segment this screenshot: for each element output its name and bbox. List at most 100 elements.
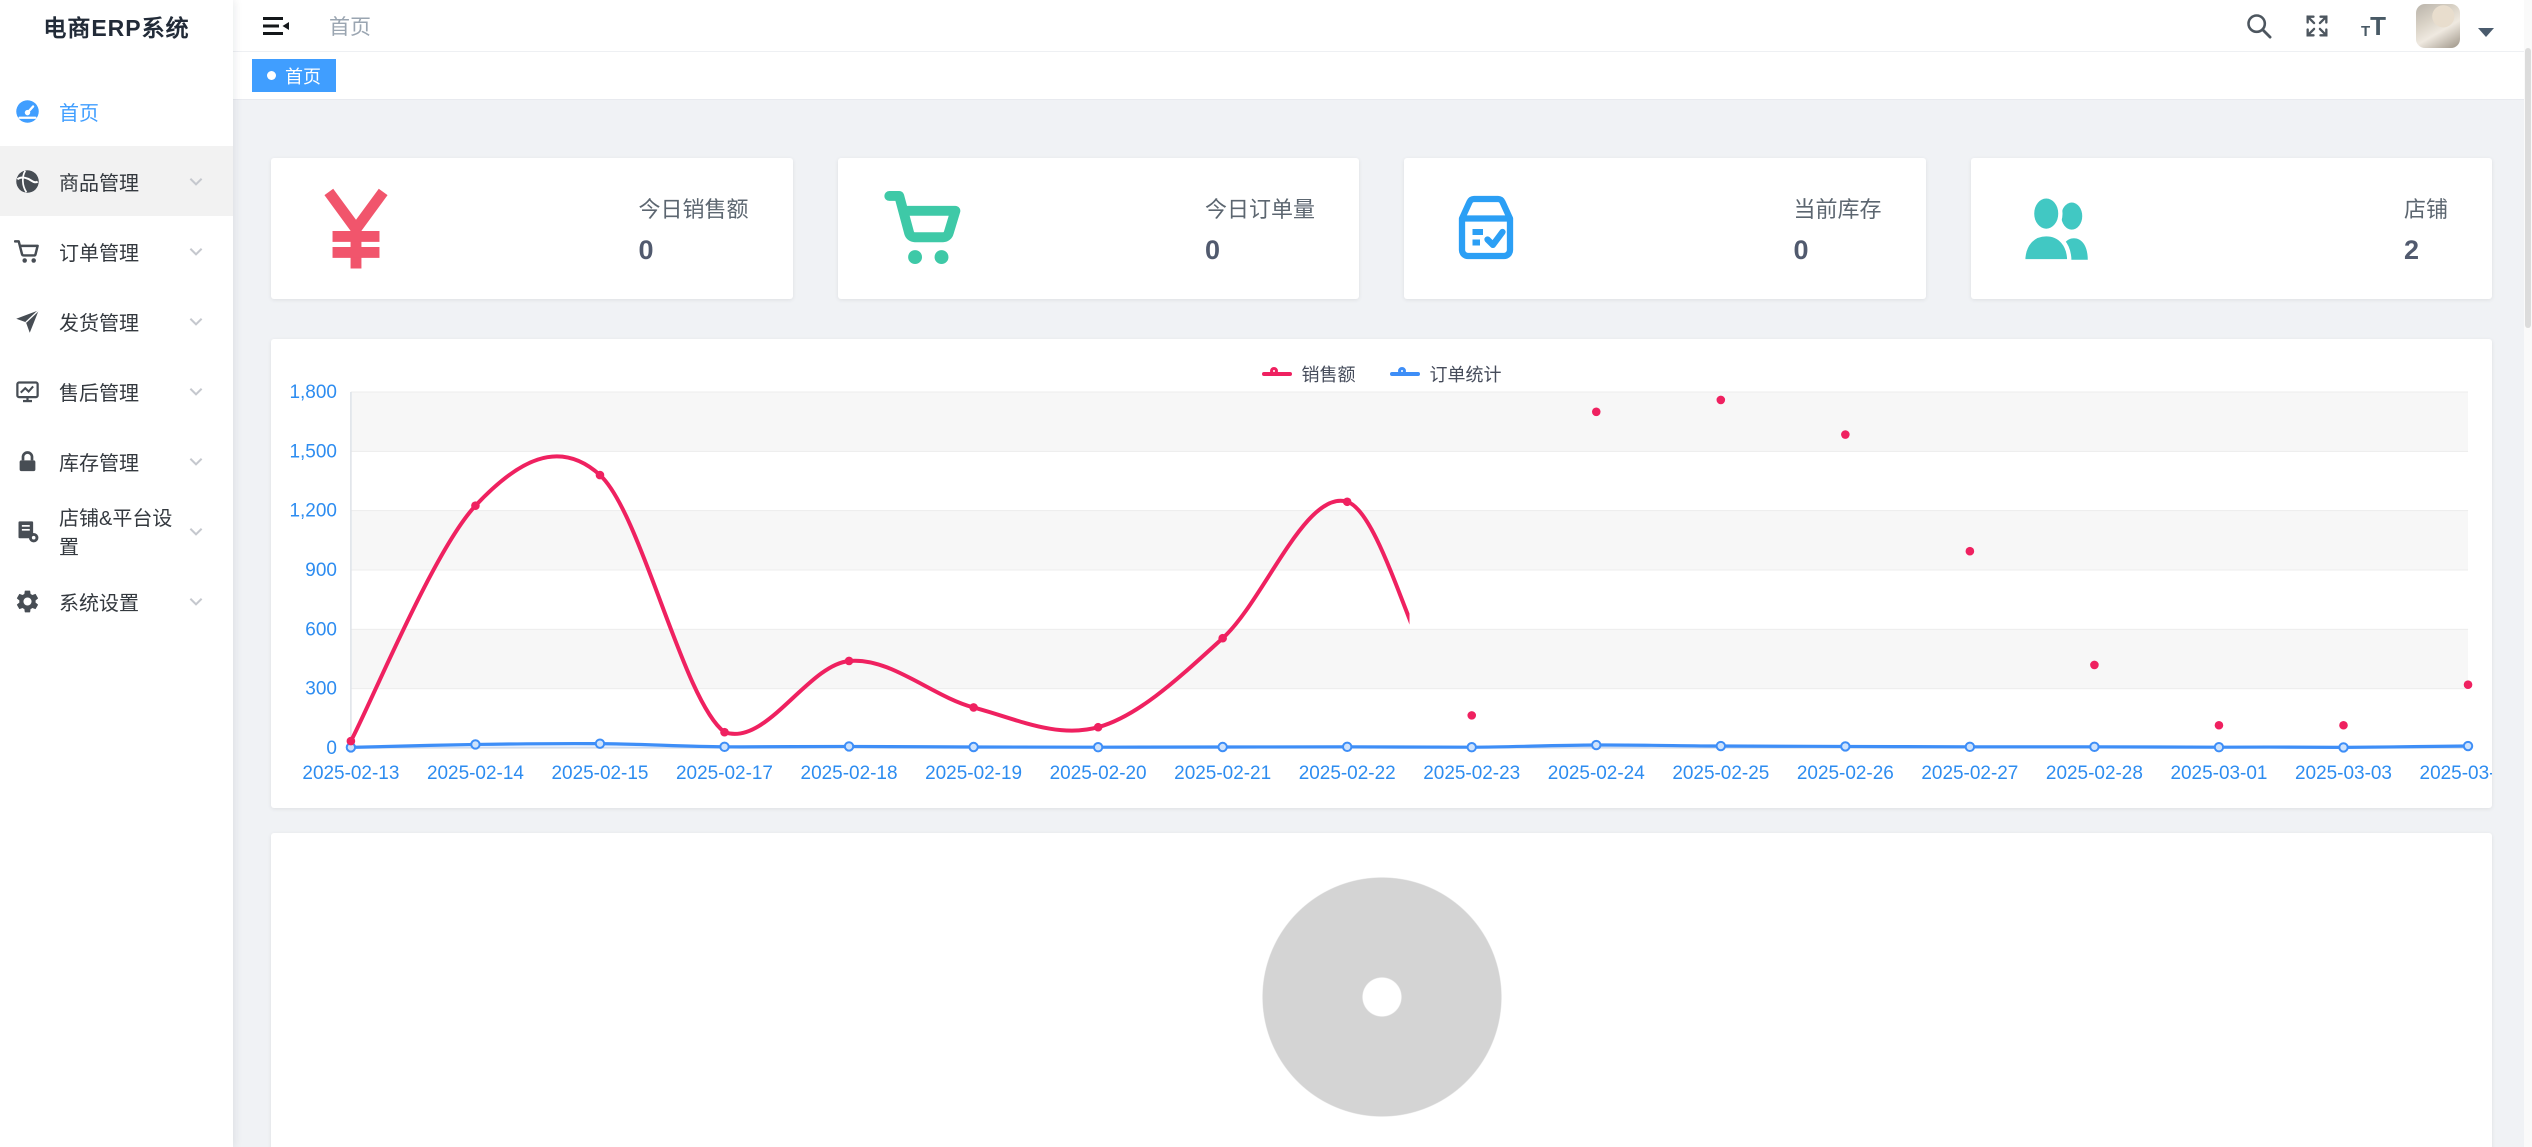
search-icon[interactable] bbox=[2245, 12, 2273, 40]
stat-card-shops: 店铺 2 bbox=[1971, 158, 2493, 299]
donut-placeholder-chart bbox=[1262, 877, 1502, 1117]
font-size-icon[interactable]: TT bbox=[2361, 13, 2386, 39]
sidebar-item-system-settings[interactable]: 系统设置 bbox=[0, 566, 233, 636]
cart-icon bbox=[884, 191, 964, 267]
chevron-down-icon bbox=[187, 382, 205, 400]
yen-icon bbox=[317, 187, 395, 271]
sidebar-item-label: 首页 bbox=[59, 97, 219, 126]
svg-text:2025-02-23: 2025-02-23 bbox=[1423, 763, 1520, 784]
legend-item-sales[interactable]: 销售额 bbox=[1262, 361, 1356, 387]
avatar[interactable] bbox=[2416, 4, 2460, 48]
tab-label: 首页 bbox=[285, 63, 321, 89]
main-content: 今日销售额 0 今日订单量 0 bbox=[233, 100, 2532, 1147]
dashboard-icon bbox=[14, 98, 41, 125]
svg-text:2025-02-15: 2025-02-15 bbox=[551, 763, 648, 784]
tab-home[interactable]: 首页 bbox=[252, 59, 336, 92]
svg-text:2025-02-18: 2025-02-18 bbox=[801, 763, 898, 784]
gear-icon bbox=[14, 588, 41, 615]
sales-orders-chart-card: 销售额 订单统计 03006009001,2001,5001,8002025-0… bbox=[271, 339, 2492, 808]
svg-text:2025-02-26: 2025-02-26 bbox=[1797, 763, 1894, 784]
sidebar-item-orders[interactable]: 订单管理 bbox=[0, 216, 233, 286]
breadcrumb[interactable]: 首页 bbox=[329, 11, 371, 41]
users-icon bbox=[2017, 191, 2097, 267]
legend-label: 销售额 bbox=[1302, 361, 1356, 387]
sidebar-item-products[interactable]: 商品管理 bbox=[0, 146, 233, 216]
svg-text:600: 600 bbox=[305, 619, 337, 640]
caret-down-icon[interactable] bbox=[2478, 28, 2494, 37]
app-title: 电商ERP系统 bbox=[0, 0, 233, 52]
svg-text:2025-02-27: 2025-02-27 bbox=[1921, 763, 2018, 784]
legend-label: 订单统计 bbox=[1430, 361, 1502, 387]
stat-label: 店铺 bbox=[2404, 192, 2448, 224]
lock-icon bbox=[14, 448, 41, 475]
svg-text:2025-02-13: 2025-02-13 bbox=[302, 763, 399, 784]
sidebar: 电商ERP系统 首页 商品管理 bbox=[0, 0, 233, 1147]
svg-text:2025-03-04: 2025-03-04 bbox=[2420, 763, 2492, 784]
legend-orders-marker-icon bbox=[1390, 367, 1420, 381]
svg-text:1,200: 1,200 bbox=[289, 501, 336, 522]
stat-value: 0 bbox=[1205, 235, 1220, 266]
chevron-down-icon bbox=[187, 452, 205, 470]
tab-bar: 首页 bbox=[233, 52, 2532, 100]
sidebar-item-aftersales[interactable]: 售后管理 bbox=[0, 356, 233, 426]
chevron-down-icon bbox=[187, 242, 205, 260]
svg-text:2025-02-17: 2025-02-17 bbox=[676, 763, 773, 784]
stat-card-today-orders: 今日订单量 0 bbox=[838, 158, 1360, 299]
tab-active-dot bbox=[267, 71, 276, 80]
page-scrollbar bbox=[2524, 0, 2532, 1147]
svg-text:2025-02-20: 2025-02-20 bbox=[1050, 763, 1147, 784]
svg-text:2025-03-03: 2025-03-03 bbox=[2295, 763, 2392, 784]
stat-card-today-sales: 今日销售额 0 bbox=[271, 158, 793, 299]
stat-cards-row: 今日销售额 0 今日订单量 0 bbox=[271, 158, 2492, 299]
sidebar-item-shop-platform-settings[interactable]: 店铺&平台设置 bbox=[0, 496, 233, 566]
svg-text:0: 0 bbox=[326, 738, 337, 759]
svg-text:2025-02-28: 2025-02-28 bbox=[2046, 763, 2143, 784]
svg-text:2025-02-25: 2025-02-25 bbox=[1672, 763, 1769, 784]
svg-text:2025-03-01: 2025-03-01 bbox=[2170, 763, 2267, 784]
monitor-chart-icon bbox=[14, 378, 41, 405]
sidebar-item-label: 发货管理 bbox=[59, 307, 187, 336]
sidebar-item-label: 店铺&平台设置 bbox=[59, 502, 187, 560]
chart-legend: 销售额 订单统计 bbox=[271, 361, 2492, 387]
sidebar-item-label: 库存管理 bbox=[59, 447, 187, 476]
globe-icon bbox=[14, 168, 41, 195]
top-header: 首页 TT bbox=[233, 0, 2532, 52]
svg-text:2025-02-22: 2025-02-22 bbox=[1299, 763, 1396, 784]
stat-card-current-inventory: 当前库存 0 bbox=[1404, 158, 1926, 299]
stat-value: 0 bbox=[638, 235, 653, 266]
sidebar-menu: 首页 商品管理 订单管理 bbox=[0, 52, 233, 636]
legend-sales-marker-icon bbox=[1262, 367, 1292, 381]
collapse-menu-icon[interactable] bbox=[261, 13, 291, 39]
svg-text:2025-02-21: 2025-02-21 bbox=[1174, 763, 1271, 784]
stat-label: 今日销售额 bbox=[638, 192, 748, 224]
sidebar-item-shipping[interactable]: 发货管理 bbox=[0, 286, 233, 356]
shop-settings-icon bbox=[14, 518, 41, 545]
package-icon bbox=[1450, 193, 1522, 265]
stat-value: 0 bbox=[1793, 235, 1808, 266]
svg-text:300: 300 bbox=[305, 679, 337, 700]
sidebar-item-label: 订单管理 bbox=[59, 237, 187, 266]
sales-orders-line-chart[interactable]: 03006009001,2001,5001,8002025-02-132025-… bbox=[271, 339, 2492, 808]
stat-label: 当前库存 bbox=[1793, 192, 1881, 224]
cart-icon bbox=[14, 238, 41, 265]
sidebar-item-inventory[interactable]: 库存管理 bbox=[0, 426, 233, 496]
scrollbar-thumb[interactable] bbox=[2525, 48, 2531, 328]
stat-label: 今日订单量 bbox=[1205, 192, 1315, 224]
stat-value: 2 bbox=[2404, 235, 2419, 266]
svg-text:2025-02-24: 2025-02-24 bbox=[1548, 763, 1645, 784]
svg-text:2025-02-19: 2025-02-19 bbox=[925, 763, 1022, 784]
send-icon bbox=[14, 308, 41, 335]
fullscreen-icon[interactable] bbox=[2303, 12, 2331, 40]
svg-text:2025-02-14: 2025-02-14 bbox=[427, 763, 524, 784]
chevron-down-icon bbox=[187, 592, 205, 610]
pie-chart-card bbox=[271, 833, 2492, 1147]
svg-text:900: 900 bbox=[305, 560, 337, 581]
chevron-down-icon bbox=[187, 312, 205, 330]
legend-item-orders[interactable]: 订单统计 bbox=[1390, 361, 1502, 387]
sidebar-item-home[interactable]: 首页 bbox=[0, 76, 233, 146]
svg-text:1,500: 1,500 bbox=[289, 441, 336, 462]
sidebar-item-label: 售后管理 bbox=[59, 377, 187, 406]
header-actions: TT bbox=[2245, 4, 2532, 48]
chevron-down-icon bbox=[187, 172, 205, 190]
sidebar-item-label: 系统设置 bbox=[59, 587, 187, 616]
